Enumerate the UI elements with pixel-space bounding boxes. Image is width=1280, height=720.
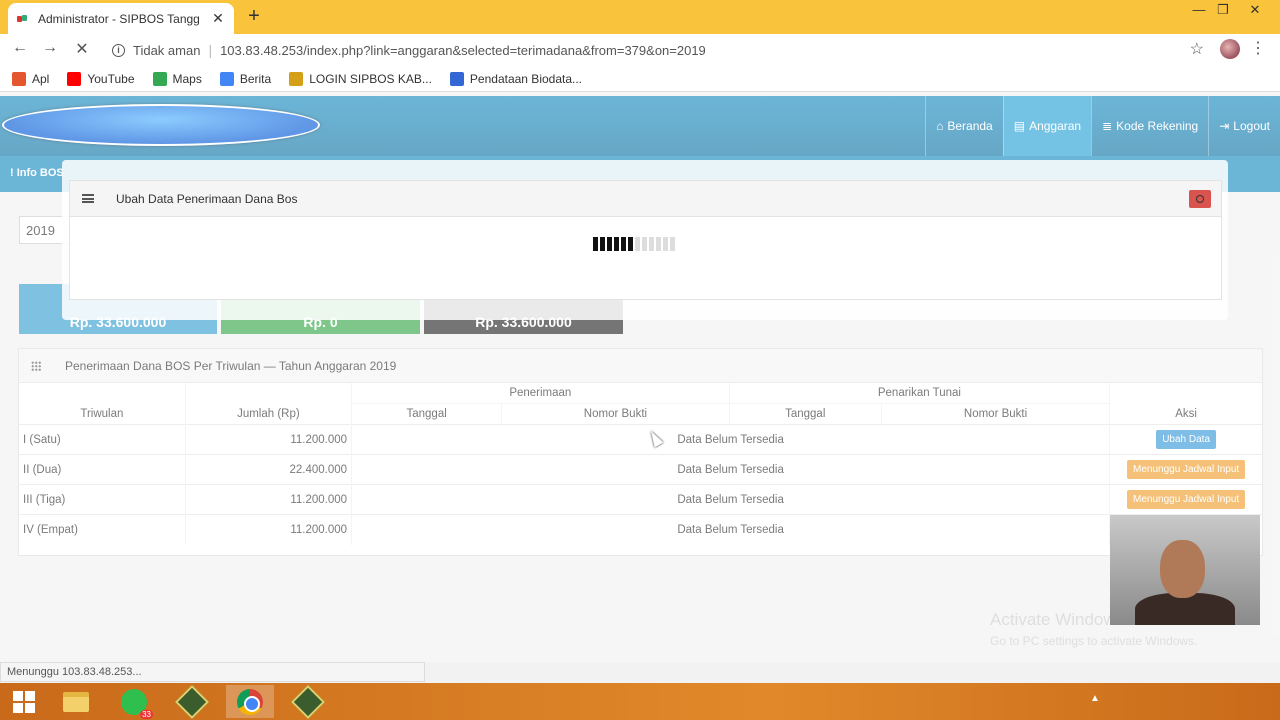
bookmark-label: Berita	[239, 71, 272, 86]
info-icon[interactable]: i	[112, 43, 125, 57]
modal-title: Ubah Data Penerimaan Dana Bos	[116, 191, 298, 206]
webcam-overlay	[1110, 515, 1260, 625]
taskbar-chrome[interactable]	[226, 685, 274, 718]
news-icon	[219, 71, 234, 86]
bookmark-item[interactable]: Apl	[12, 71, 50, 86]
bookmarks-bar: Apl YouTube Maps Berita LOGIN SIPBOS KAB... P…	[0, 66, 1280, 92]
whatsapp-icon: 33	[121, 688, 153, 719]
back-icon[interactable]: ←	[10, 39, 30, 57]
webcam-person-head	[1160, 540, 1205, 598]
profile-avatar[interactable]	[1220, 39, 1240, 59]
browser-tabstrip: Administrator - SIPBOS Tanggamus ✕ + — ❐…	[0, 0, 1280, 34]
browser-menu-icon[interactable]: ⋮	[1250, 38, 1266, 58]
new-tab-button[interactable]: +	[244, 5, 264, 28]
menu-icon	[82, 194, 94, 203]
modal-body: Ubah Data Penerimaan Dana Bos	[69, 180, 1222, 300]
app-icon-2	[291, 684, 325, 719]
loader-segment	[656, 237, 661, 251]
restore-icon[interactable]: ❐	[1212, 2, 1234, 18]
site-favicon-icon	[16, 13, 28, 25]
bookmark-item[interactable]: Maps	[152, 71, 202, 86]
chrome-icon	[237, 688, 263, 715]
modal-header: Ubah Data Penerimaan Dana Bos	[70, 181, 1221, 217]
loader-segment	[628, 237, 633, 251]
apps-grid-icon	[12, 71, 26, 86]
taskbar-whatsapp[interactable]: 33	[110, 685, 158, 719]
whatsapp-badge: 33	[140, 709, 153, 719]
window-close-icon[interactable]: ✕	[1244, 2, 1266, 18]
bookmark-item[interactable]: YouTube	[67, 71, 135, 86]
windows-start-icon	[13, 690, 35, 713]
loader-segment	[635, 237, 640, 251]
loader-segment	[593, 237, 598, 251]
bookmark-label: Maps	[172, 71, 202, 86]
file-explorer-icon	[63, 691, 89, 712]
maps-icon	[152, 71, 167, 86]
sipbos-icon	[289, 71, 304, 86]
youtube-icon	[67, 71, 82, 86]
taskbar-app-2[interactable]	[284, 684, 332, 719]
forward-icon[interactable]: →	[40, 39, 60, 57]
bookmark-label: Pendataan Biodata...	[469, 71, 583, 86]
loader-segment	[642, 237, 647, 251]
loader-segment	[607, 237, 612, 251]
bookmark-label: YouTube	[87, 71, 135, 86]
browser-status-bar: Menunggu 103.83.48.253...	[0, 662, 425, 682]
tab-title: Administrator - SIPBOS Tanggamus	[38, 11, 200, 26]
bookmark-item[interactable]: Pendataan Biodata...	[449, 71, 583, 86]
bookmark-item[interactable]: Berita	[219, 71, 272, 86]
modal-close-button[interactable]	[1189, 190, 1211, 208]
minimize-icon[interactable]: —	[1188, 2, 1210, 17]
security-indicator[interactable]: Tidak aman	[133, 43, 200, 58]
globe-icon	[449, 71, 464, 86]
url-text[interactable]: 103.83.48.253/index.php?link=anggaran&se…	[220, 43, 706, 58]
windows-taskbar: 33	[0, 683, 1280, 720]
loader-segment	[614, 237, 619, 251]
loading-stop-icon[interactable]: ✕	[72, 39, 92, 59]
browser-tab[interactable]: Administrator - SIPBOS Tanggamus ✕	[8, 3, 234, 34]
taskbar-app[interactable]	[168, 684, 216, 719]
loader-segment	[621, 237, 626, 251]
loader-segment	[600, 237, 605, 251]
loader-segment	[663, 237, 668, 251]
bookmark-label: Apl	[32, 71, 50, 86]
loading-indicator	[593, 237, 675, 251]
browser-toolbar: ← → ✕ i Tidak aman | 103.83.48.253/index…	[0, 34, 1280, 66]
taskbar-file-explorer[interactable]	[52, 685, 100, 718]
edit-modal: Ubah Data Penerimaan Dana Bos	[62, 160, 1228, 320]
url-separator: |	[208, 42, 213, 58]
loader-segment	[649, 237, 654, 251]
app-icon	[175, 684, 209, 719]
address-bar[interactable]: i Tidak aman | 103.83.48.253/index.php?l…	[104, 37, 1212, 63]
loader-segment	[670, 237, 675, 251]
tab-close-icon[interactable]: ✕	[210, 10, 226, 27]
tray-expand-icon[interactable]: ▲	[1090, 693, 1100, 704]
bookmark-item[interactable]: LOGIN SIPBOS KAB...	[289, 71, 432, 86]
start-button[interactable]	[0, 685, 48, 718]
bookmark-label: LOGIN SIPBOS KAB...	[309, 71, 432, 86]
bookmark-star-icon[interactable]: ☆	[1190, 39, 1204, 59]
